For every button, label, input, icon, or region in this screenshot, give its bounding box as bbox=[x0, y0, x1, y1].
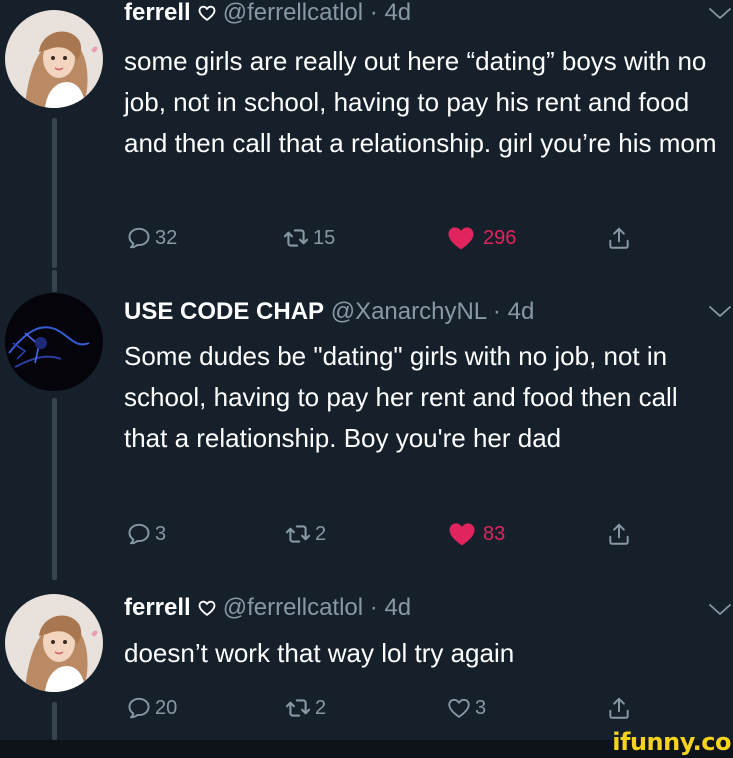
timestamp[interactable]: 4d bbox=[508, 298, 535, 325]
heart-outline-icon bbox=[197, 598, 217, 618]
tweet-1[interactable]: ferrell @ferrellcatlol · 4d some girls ar… bbox=[0, 0, 733, 270]
tweet-header: ferrell @ferrellcatlol · 4d bbox=[124, 593, 411, 623]
tweet-2[interactable]: USE CODE CHAP @XanarchyNL · 4d Some dude… bbox=[0, 270, 733, 580]
separator-dot: · bbox=[369, 594, 378, 621]
thread-connector-line bbox=[52, 118, 57, 268]
share-button[interactable] bbox=[606, 693, 632, 723]
heart-filled-icon bbox=[442, 223, 480, 253]
reply-icon bbox=[126, 695, 152, 721]
like-button[interactable]: 83 bbox=[444, 519, 505, 549]
heart-outline-icon bbox=[197, 3, 217, 23]
chevron-down-icon[interactable] bbox=[707, 600, 733, 620]
thread-connector-line bbox=[52, 398, 57, 580]
retweet-button[interactable]: 2 bbox=[284, 693, 326, 723]
separator-dot: · bbox=[492, 298, 501, 325]
retweet-button[interactable]: 2 bbox=[284, 519, 326, 549]
reply-count: 32 bbox=[155, 226, 178, 249]
retweet-icon bbox=[282, 224, 310, 252]
display-name[interactable]: ferrell bbox=[124, 594, 191, 621]
share-icon bbox=[606, 225, 632, 251]
retweet-button[interactable]: 15 bbox=[282, 223, 335, 253]
like-count: 83 bbox=[483, 522, 506, 545]
share-icon bbox=[606, 521, 632, 547]
chevron-down-icon[interactable] bbox=[707, 4, 733, 24]
share-button[interactable] bbox=[606, 519, 632, 549]
separator-dot: · bbox=[369, 0, 378, 26]
reply-count: 20 bbox=[155, 696, 178, 719]
thread-connector-line bbox=[52, 702, 57, 740]
timestamp[interactable]: 4d bbox=[384, 0, 411, 26]
reply-button[interactable]: 20 bbox=[126, 693, 177, 723]
tweet-text: doesn’t work that way lol try again bbox=[124, 638, 515, 668]
avatar[interactable] bbox=[5, 594, 103, 692]
share-icon bbox=[606, 695, 632, 721]
tweet-3[interactable]: ferrell @ferrellcatlol · 4d doesn’t work … bbox=[0, 580, 733, 740]
ifunny-watermark: ifunny.co bbox=[612, 728, 731, 756]
chevron-down-icon[interactable] bbox=[707, 302, 733, 322]
timestamp[interactable]: 4d bbox=[384, 594, 411, 621]
tweet-text: some girls are really out here “dating” … bbox=[124, 46, 717, 158]
like-button[interactable]: 3 bbox=[446, 693, 486, 723]
tweet-header: ferrell @ferrellcatlol · 4d bbox=[124, 0, 411, 28]
tweet-actions: 32 15 296 bbox=[124, 223, 684, 253]
reply-button[interactable]: 32 bbox=[126, 223, 177, 253]
retweet-count: 2 bbox=[315, 522, 327, 545]
avatar-dark-art bbox=[5, 293, 103, 391]
avatar-girl-illustration bbox=[5, 594, 103, 692]
avatar-girl-illustration bbox=[5, 10, 103, 108]
display-name[interactable]: USE CODE CHAP bbox=[124, 298, 324, 325]
retweet-count: 2 bbox=[315, 696, 327, 719]
like-count: 3 bbox=[475, 696, 487, 719]
user-handle[interactable]: @ferrellcatlol bbox=[223, 0, 363, 26]
reply-icon bbox=[126, 521, 152, 547]
avatar[interactable] bbox=[5, 10, 103, 108]
share-button[interactable] bbox=[606, 223, 632, 253]
avatar[interactable] bbox=[5, 293, 103, 391]
reply-count: 3 bbox=[155, 522, 167, 545]
thread-connector-line bbox=[52, 270, 57, 292]
like-button[interactable]: 296 bbox=[442, 223, 516, 253]
tweet-thread: ferrell @ferrellcatlol · 4d some girls ar… bbox=[0, 0, 733, 740]
reply-icon bbox=[126, 225, 152, 251]
heart-outline-icon bbox=[446, 695, 472, 721]
like-count: 296 bbox=[483, 226, 517, 249]
tweet-actions: 20 2 3 bbox=[124, 693, 684, 723]
heart-filled-icon bbox=[444, 519, 480, 549]
tweet-text: Some dudes be "dating" girls with no job… bbox=[124, 341, 678, 453]
reply-button[interactable]: 3 bbox=[126, 519, 166, 549]
tweet-actions: 3 2 83 bbox=[124, 519, 684, 549]
user-handle[interactable]: @XanarchyNL bbox=[331, 298, 487, 325]
retweet-icon bbox=[284, 520, 312, 548]
user-handle[interactable]: @ferrellcatlol bbox=[223, 594, 363, 621]
tweet-header: USE CODE CHAP @XanarchyNL · 4d bbox=[124, 297, 534, 327]
retweet-count: 15 bbox=[313, 226, 336, 249]
retweet-icon bbox=[284, 694, 312, 722]
display-name[interactable]: ferrell bbox=[124, 0, 191, 26]
